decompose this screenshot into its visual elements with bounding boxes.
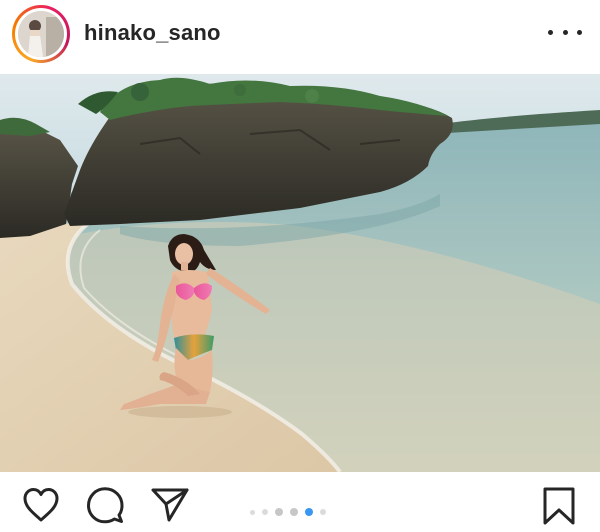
share-button[interactable]	[150, 486, 190, 529]
save-button[interactable]	[541, 486, 577, 531]
heart-icon	[23, 488, 59, 522]
carousel-dot	[250, 509, 255, 515]
profile-photo-illustration	[18, 11, 64, 57]
more-dot-icon	[548, 29, 553, 35]
send-icon	[151, 488, 189, 522]
more-dot-icon	[562, 29, 568, 35]
post-actions	[0, 472, 600, 532]
carousel-dot	[275, 508, 283, 516]
more-dot-icon	[577, 29, 582, 35]
post-header: hinako_sano	[0, 0, 600, 74]
username[interactable]: hinako_sano	[84, 20, 221, 46]
carousel-dot	[320, 509, 326, 515]
carousel-dot-active	[305, 508, 313, 516]
comment-icon	[87, 487, 124, 524]
avatar[interactable]	[12, 5, 70, 63]
beach-photo	[0, 74, 600, 472]
carousel-indicator	[250, 507, 326, 517]
comment-button[interactable]	[86, 486, 124, 529]
profile-photo	[18, 11, 64, 57]
carousel-dot	[290, 508, 298, 516]
bookmark-icon	[543, 487, 575, 525]
avatar-border	[15, 8, 67, 60]
like-button[interactable]	[22, 487, 60, 528]
more-options-button[interactable]	[548, 22, 582, 42]
post-photo[interactable]	[0, 74, 600, 472]
carousel-dot	[262, 509, 268, 515]
